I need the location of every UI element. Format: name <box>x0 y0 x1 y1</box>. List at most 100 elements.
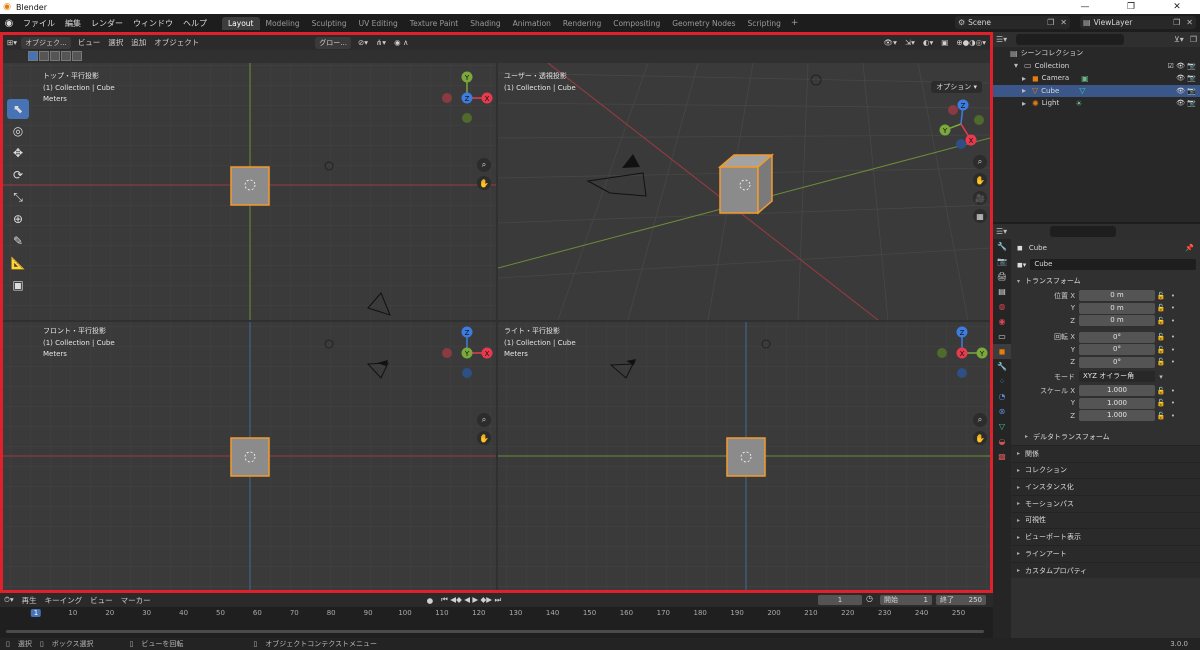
cube-perspective[interactable] <box>717 153 775 215</box>
panel-collections[interactable]: ▸ コレクション <box>1011 461 1200 479</box>
world-tab-icon[interactable]: ◉ <box>993 314 1011 329</box>
menu-file[interactable]: ファイル <box>18 18 60 29</box>
new-scene-icon[interactable]: ❐ <box>1047 18 1054 27</box>
menu-render[interactable]: レンダー <box>86 18 128 29</box>
lock-icon[interactable]: 🔓 <box>1155 333 1167 341</box>
pan-hand-icon[interactable]: ✋ <box>477 176 491 190</box>
location-y-field[interactable]: 0 m <box>1079 302 1155 314</box>
snap-icon[interactable]: ⋔▾ <box>372 38 390 47</box>
blender-menu-icon[interactable]: ◉ <box>0 18 18 29</box>
new-collection-icon[interactable]: ❐ <box>1190 35 1197 44</box>
workspace-tab-layout[interactable]: Layout <box>222 16 260 30</box>
camera-visibility-icons[interactable]: 👁 📷 <box>1176 74 1196 82</box>
move-tool-icon[interactable]: ✥ <box>7 143 29 163</box>
select-mode-intersect-icon[interactable] <box>72 51 82 61</box>
camera-view-icon[interactable]: 🎥 <box>973 191 987 205</box>
playback-controls[interactable]: ⏮ ◀◆ ◀ ▶ ◆▶ ⏭ <box>437 595 505 605</box>
filter-icon[interactable]: ⊻▾ <box>1174 35 1184 44</box>
properties-search-input[interactable] <box>1050 226 1117 237</box>
panel-line-art[interactable]: ▸ ラインアート <box>1011 545 1200 562</box>
minimize-button[interactable]: — <box>1062 0 1108 14</box>
overlay-toggle-icon[interactable]: ◐▾ <box>919 38 937 47</box>
viewport-menu-select[interactable]: 選択 <box>104 37 127 48</box>
outliner-item-collection[interactable]: ▾ ▭ Collection ☑ 👁 📷 <box>993 60 1200 73</box>
light-visibility-icons[interactable]: 👁 📷 <box>1176 99 1196 107</box>
keyframe-dot-icon[interactable]: • <box>1167 358 1179 366</box>
object-tab-icon[interactable]: ◼ <box>993 344 1011 359</box>
modifier-tab-icon[interactable]: 🔧 <box>993 359 1011 374</box>
rotation-z-field[interactable]: 0° <box>1079 356 1155 368</box>
panel-relations[interactable]: ▸ 関係 <box>1011 444 1200 462</box>
select-box-tool-icon[interactable]: ⬉ <box>7 99 29 119</box>
panel-viewport-display[interactable]: ▸ ビューポート表示 <box>1011 528 1200 545</box>
material-tab-icon[interactable]: ◒ <box>993 434 1011 449</box>
keyframe-dot-icon[interactable]: • <box>1167 317 1179 325</box>
lock-icon[interactable]: 🔓 <box>1155 399 1167 407</box>
lock-icon[interactable]: 🔓 <box>1155 358 1167 366</box>
constraints-tab-icon[interactable]: ⊗ <box>993 404 1011 419</box>
workspace-tab-rendering[interactable]: Rendering <box>557 17 607 30</box>
timeline-menu-marker[interactable]: マーカー <box>117 595 155 606</box>
annotate-tool-icon[interactable]: ✎ <box>7 231 29 251</box>
timeline-ruler[interactable]: 1 10 20 30 40 50 60 70 80 90 100 110 120 130 140 150 160… <box>0 608 993 622</box>
delete-view-layer-icon[interactable]: ✕ <box>1186 18 1193 27</box>
end-frame-field[interactable]: 終了 250 <box>936 595 986 605</box>
maximize-button[interactable]: ❐ <box>1108 0 1154 14</box>
scale-z-field[interactable]: 1.000 <box>1079 410 1155 422</box>
visibility-icon[interactable]: 👁▾ <box>880 38 901 47</box>
lock-icon[interactable]: 🔓 <box>1155 317 1167 325</box>
rotation-y-field[interactable]: 0° <box>1079 344 1155 356</box>
pin-icon[interactable]: 📌 <box>1185 244 1194 252</box>
keyframe-dot-icon[interactable]: • <box>1167 304 1179 312</box>
panel-visibility[interactable]: ▸ 可視性 <box>1011 511 1200 529</box>
workspace-tab-uv-editing[interactable]: UV Editing <box>353 17 404 30</box>
viewport-menu-view[interactable]: ビュー <box>74 37 105 48</box>
close-button[interactable]: ✕ <box>1154 0 1200 14</box>
mode-dropdown[interactable]: オブジェク... <box>21 36 71 49</box>
outliner-item-cube[interactable]: ▸ ▽ Cube ▽ 👁 📷 <box>993 84 1200 97</box>
viewport-right-ortho[interactable]: ライト・平行投影 (1) Collection | Cube Meters Z … <box>498 322 990 590</box>
scene-selector[interactable]: ⚙ Scene ❐ ✕ <box>955 16 1070 29</box>
tool-tab-icon[interactable]: 🔧 <box>993 239 1011 254</box>
particles-tab-icon[interactable]: ⁘ <box>993 374 1011 389</box>
collection-tab-icon[interactable]: ▭ <box>993 329 1011 344</box>
render-tab-icon[interactable]: 📷 <box>993 254 1011 269</box>
object-name-field[interactable]: Cube <box>1030 259 1196 270</box>
pivot-icon[interactable]: ⊘▾ <box>354 38 372 47</box>
navigation-gizmo-user[interactable]: Z Y X <box>935 98 990 154</box>
add-cube-tool-icon[interactable]: ▣ <box>7 275 29 295</box>
zoom-icon[interactable]: ⌕ <box>973 413 987 427</box>
select-mode-extend-icon[interactable] <box>39 51 49 61</box>
perspective-toggle-icon[interactable]: ▦ <box>973 209 987 223</box>
output-tab-icon[interactable]: 🖨 <box>993 269 1011 284</box>
keyframe-dot-icon[interactable]: • <box>1167 333 1179 341</box>
gizmo-toggle-icon[interactable]: ⇲▾ <box>901 38 919 47</box>
zoom-icon[interactable]: ⌕ <box>477 413 491 427</box>
expand-arrow-icon[interactable]: ▸ <box>1022 74 1026 83</box>
xray-toggle-icon[interactable]: ▣ <box>937 38 952 47</box>
location-x-field[interactable]: 0 m <box>1079 290 1155 302</box>
workspace-tab-shading[interactable]: Shading <box>464 17 506 30</box>
view-layer-tab-icon[interactable]: ▤ <box>993 284 1011 299</box>
workspace-tab-texture-paint[interactable]: Texture Paint <box>404 17 464 30</box>
clock-icon[interactable]: ◷ <box>866 594 873 603</box>
cube-visibility-icons[interactable]: 👁 📷 <box>1176 87 1196 95</box>
workspace-tab-geometry-nodes[interactable]: Geometry Nodes <box>666 17 741 30</box>
timeline-editor-type-icon[interactable]: ⏱▾ <box>0 595 18 605</box>
shading-mode-icons[interactable]: ⊕●◑◎▾ <box>952 38 990 47</box>
mesh-data-icon[interactable]: ▽ <box>1079 86 1085 95</box>
menu-help[interactable]: ヘルプ <box>178 18 212 29</box>
panel-instancing[interactable]: ▸ インスタンス化 <box>1011 478 1200 495</box>
proportional-edit-icon[interactable]: ◉ ∧ <box>390 38 412 47</box>
timeline-menu-view[interactable]: ビュー <box>86 595 117 606</box>
workspace-tab-compositing[interactable]: Compositing <box>607 17 666 30</box>
keyframe-dot-icon[interactable]: • <box>1167 292 1179 300</box>
add-workspace-button[interactable]: + <box>787 18 803 28</box>
zoom-icon[interactable]: ⌕ <box>477 158 491 172</box>
menu-window[interactable]: ウィンドウ <box>128 18 178 29</box>
timeline-menu-playback[interactable]: 再生 <box>18 595 41 606</box>
workspace-tab-animation[interactable]: Animation <box>507 17 557 30</box>
viewport-options-dropdown[interactable]: オプション ▾ <box>931 81 982 93</box>
outliner-scene-collection[interactable]: ▤ シーンコレクション <box>993 47 1200 60</box>
keyframe-dot-icon[interactable]: • <box>1167 412 1179 420</box>
